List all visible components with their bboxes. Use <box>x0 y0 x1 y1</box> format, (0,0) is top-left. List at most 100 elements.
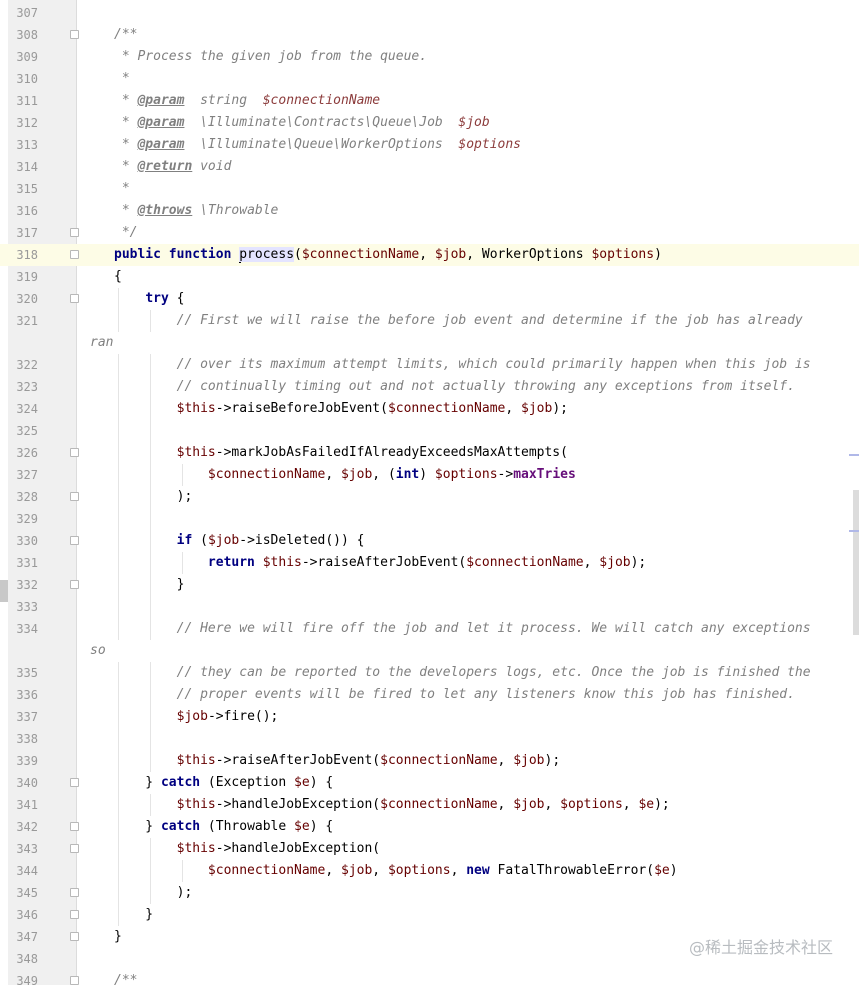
line-number[interactable]: 314 <box>8 156 38 178</box>
line-number[interactable]: 319 <box>8 266 38 288</box>
fold-icon[interactable] <box>70 844 79 853</box>
code-text[interactable]: * @param string $connectionName <box>114 90 380 112</box>
code-line[interactable]: 337 $job->fire(); <box>0 706 859 728</box>
code-line[interactable]: 336 // proper events will be fired to le… <box>0 684 859 706</box>
code-line[interactable]: 316 * @throws \Throwable <box>0 200 859 222</box>
line-number[interactable]: 349 <box>8 970 38 985</box>
code-line[interactable]: 344 $connectionName, $job, $options, new… <box>0 860 859 882</box>
fold-icon[interactable] <box>70 250 79 259</box>
code-text[interactable]: } <box>114 904 153 926</box>
code-line[interactable]: 334 // Here we will fire off the job and… <box>0 618 859 640</box>
line-number[interactable]: 332 <box>8 574 38 596</box>
code-line[interactable]: 340 } catch (Exception $e) { <box>0 772 859 794</box>
code-text[interactable]: ); <box>114 882 193 904</box>
fold-icon[interactable] <box>70 536 79 545</box>
code-line[interactable]: 329 <box>0 508 859 530</box>
code-line[interactable]: 345 ); <box>0 882 859 904</box>
code-text[interactable]: $connectionName, $job, (int) $options->m… <box>114 464 576 486</box>
code-text[interactable]: // Here we will fire off the job and let… <box>114 618 811 640</box>
code-text[interactable]: $this->markJobAsFailedIfAlreadyExceedsMa… <box>114 442 568 464</box>
code-text[interactable]: ); <box>114 486 193 508</box>
code-line[interactable]: 330 if ($job->isDeleted()) { <box>0 530 859 552</box>
code-text[interactable]: if ($job->isDeleted()) { <box>114 530 365 552</box>
code-text[interactable]: $connectionName, $job, $options, new Fat… <box>114 860 678 882</box>
code-text[interactable]: } catch (Throwable $e) { <box>114 816 333 838</box>
line-number[interactable]: 312 <box>8 112 38 134</box>
code-text[interactable]: // proper events will be fired to let an… <box>114 684 795 706</box>
line-number[interactable]: 308 <box>8 24 38 46</box>
line-number[interactable]: 320 <box>8 288 38 310</box>
code-line[interactable]: 312 * @param \Illuminate\Contracts\Queue… <box>0 112 859 134</box>
code-line[interactable]: 349 /** <box>0 970 859 985</box>
line-number[interactable]: 345 <box>8 882 38 904</box>
code-line[interactable]: 332 } <box>0 574 859 596</box>
code-line[interactable]: 341 $this->handleJobException($connectio… <box>0 794 859 816</box>
fold-icon[interactable] <box>70 888 79 897</box>
code-text[interactable]: { <box>114 266 122 288</box>
fold-icon[interactable] <box>70 910 79 919</box>
line-number[interactable]: 325 <box>8 420 38 442</box>
fold-icon[interactable] <box>70 580 79 589</box>
error-stripe-mark[interactable] <box>849 454 859 456</box>
line-number[interactable]: 334 <box>8 618 38 640</box>
code-line[interactable]: 320 try { <box>0 288 859 310</box>
fold-icon[interactable] <box>70 448 79 457</box>
code-text[interactable]: * @param \Illuminate\Queue\WorkerOptions… <box>114 134 521 156</box>
code-line-wrap[interactable]: so <box>0 640 859 662</box>
code-text[interactable]: public function process($connectionName,… <box>114 244 662 266</box>
line-number[interactable]: 321 <box>8 310 38 332</box>
code-text[interactable]: * @throws \Throwable <box>114 200 279 222</box>
code-line[interactable]: 315 * <box>0 178 859 200</box>
code-text[interactable]: } <box>114 574 185 596</box>
line-number[interactable]: 336 <box>8 684 38 706</box>
code-line[interactable]: 328 ); <box>0 486 859 508</box>
line-number[interactable]: 326 <box>8 442 38 464</box>
line-number[interactable]: 329 <box>8 508 38 530</box>
code-line-wrap[interactable]: ran <box>0 332 859 354</box>
code-line[interactable]: 323 // continually timing out and not ac… <box>0 376 859 398</box>
line-number[interactable]: 335 <box>8 662 38 684</box>
code-line[interactable]: 346 } <box>0 904 859 926</box>
line-number[interactable]: 327 <box>8 464 38 486</box>
line-number[interactable]: 344 <box>8 860 38 882</box>
code-text[interactable]: // First we will raise the before job ev… <box>114 310 803 332</box>
code-line[interactable]: 324 $this->raiseBeforeJobEvent($connecti… <box>0 398 859 420</box>
code-line[interactable]: 314 * @return void <box>0 156 859 178</box>
code-editor[interactable]: 307 308 /** 309 * Process the given job fro… <box>0 0 859 985</box>
line-number[interactable]: 328 <box>8 486 38 508</box>
line-number[interactable]: 309 <box>8 46 38 68</box>
code-line[interactable]: 317 */ <box>0 222 859 244</box>
code-line[interactable]: 322 // over its maximum attempt limits, … <box>0 354 859 376</box>
line-number[interactable]: 348 <box>8 948 38 970</box>
error-stripe-mark[interactable] <box>849 530 859 532</box>
line-number[interactable]: 315 <box>8 178 38 200</box>
line-number[interactable]: 341 <box>8 794 38 816</box>
code-text[interactable]: // they can be reported to the developer… <box>114 662 811 684</box>
code-text[interactable]: * @param \Illuminate\Contracts\Queue\Job… <box>114 112 490 134</box>
code-text[interactable]: // continually timing out and not actual… <box>114 376 795 398</box>
code-line[interactable]: 310 * <box>0 68 859 90</box>
code-line[interactable]: 327 $connectionName, $job, (int) $option… <box>0 464 859 486</box>
line-number[interactable]: 340 <box>8 772 38 794</box>
code-text[interactable]: /** <box>114 24 137 46</box>
fold-icon[interactable] <box>70 30 79 39</box>
fold-icon[interactable] <box>70 492 79 501</box>
code-line[interactable]: 309 * Process the given job from the que… <box>0 46 859 68</box>
line-number[interactable]: 339 <box>8 750 38 772</box>
line-number[interactable] <box>8 640 38 662</box>
code-line[interactable]: 342 } catch (Throwable $e) { <box>0 816 859 838</box>
line-number[interactable]: 330 <box>8 530 38 552</box>
line-number[interactable]: 316 <box>8 200 38 222</box>
code-text[interactable]: * @return void <box>114 156 232 178</box>
code-text[interactable]: $this->raiseAfterJobEvent($connectionNam… <box>114 750 561 772</box>
code-text[interactable]: */ <box>114 222 138 244</box>
code-text[interactable]: $job->fire(); <box>114 706 279 728</box>
line-number[interactable]: 324 <box>8 398 38 420</box>
fold-icon[interactable] <box>70 976 79 985</box>
code-line[interactable]: 307 <box>0 2 859 24</box>
code-text[interactable]: return $this->raiseAfterJobEvent($connec… <box>114 552 646 574</box>
code-text[interactable]: /** <box>114 970 137 985</box>
line-number[interactable]: 331 <box>8 552 38 574</box>
fold-icon[interactable] <box>70 294 79 303</box>
line-number[interactable]: 333 <box>8 596 38 618</box>
